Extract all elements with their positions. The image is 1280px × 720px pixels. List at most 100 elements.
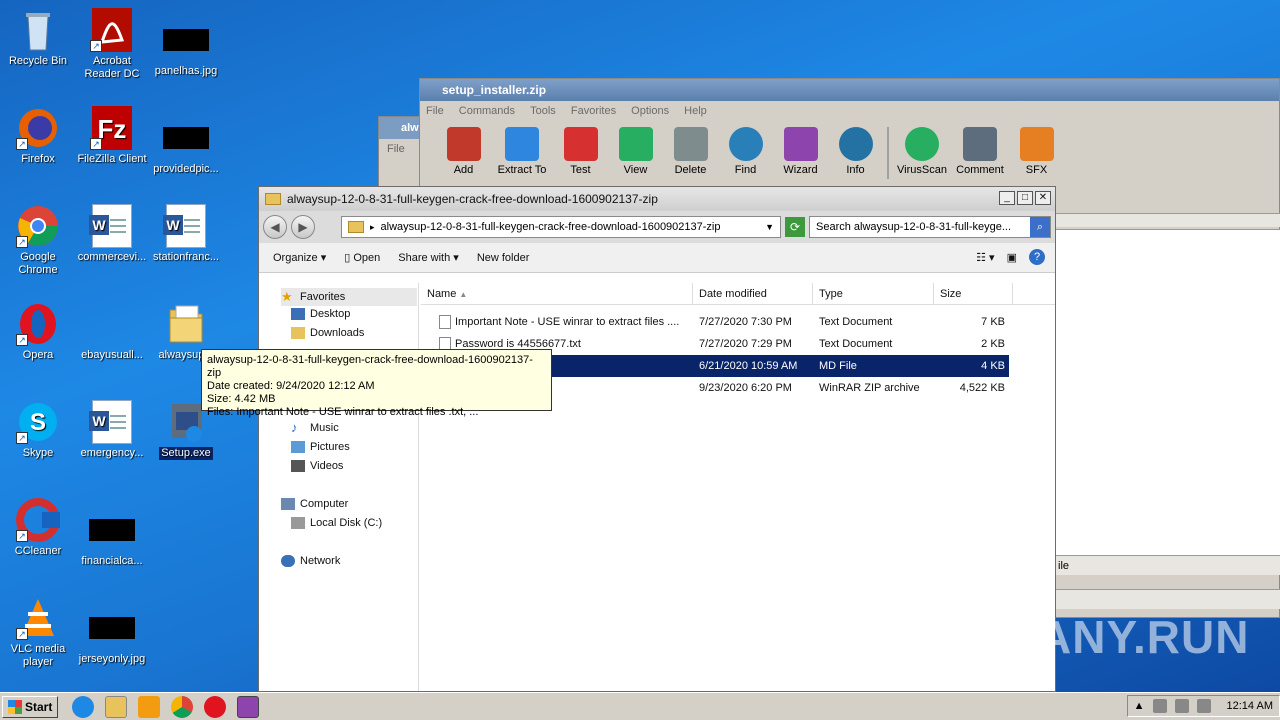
address-bar[interactable]: ▸ alwaysup-12-0-8-31-full-keygen-crack-f… [341, 216, 781, 238]
desktop-icon [291, 308, 305, 320]
forward-button[interactable]: ▶ [291, 215, 315, 239]
chrome-icon: ↗ [16, 204, 60, 248]
menu-favorites[interactable]: Favorites [571, 105, 616, 117]
back-button[interactable]: ◀ [263, 215, 287, 239]
nav-downloads[interactable]: Downloads [291, 327, 364, 339]
comment-button[interactable]: Comment [951, 121, 1009, 185]
wizard-button[interactable]: Wizard [773, 121, 828, 185]
redacted-thumbnail [89, 519, 135, 541]
tooltip-date-created: Date created: 9/24/2020 12:12 AM [207, 380, 375, 392]
sfx-button[interactable]: SFX [1009, 121, 1064, 185]
nav-pictures[interactable]: Pictures [291, 441, 350, 453]
preview-pane-icon[interactable]: ▣ [1007, 251, 1017, 264]
nav-computer[interactable]: Computer [281, 498, 348, 510]
desktop-icon-commercevi[interactable]: commercevi... [74, 204, 150, 264]
desktop-icon-google-chrome[interactable]: ↗ Google Chrome [0, 204, 76, 277]
extract-icon [505, 127, 539, 161]
desktop-icon-panelhas[interactable]: panelhas.jpg [148, 18, 224, 78]
svg-text:S: S [30, 409, 46, 436]
delete-button[interactable]: Delete [663, 121, 718, 185]
find-button[interactable]: Find [718, 121, 773, 185]
view-button[interactable]: View [608, 121, 663, 185]
virusscan-icon [905, 127, 939, 161]
view-options-icon[interactable]: ☷ ▾ [976, 251, 994, 264]
menu-options[interactable]: Options [631, 105, 669, 117]
close-button[interactable]: ✕ [1035, 191, 1051, 205]
menu-item-file[interactable]: File [379, 139, 421, 159]
test-button[interactable]: Test [553, 121, 608, 185]
maximize-button[interactable]: □ [1017, 191, 1033, 205]
column-date[interactable]: Date modified [693, 283, 813, 304]
desktop-icon-jerseyonly[interactable]: jerseyonly.jpg [74, 606, 150, 666]
desktop-icon-ccleaner[interactable]: ↗ CCleaner [0, 498, 76, 558]
info-button[interactable]: Info [828, 121, 883, 185]
show-hidden-icons-icon[interactable]: ▲ [1134, 700, 1145, 712]
file-row[interactable]: Important Note - USE winrar to extract f… [433, 311, 1055, 333]
help-icon[interactable]: ? [1029, 249, 1045, 265]
menu-tools[interactable]: Tools [530, 105, 556, 117]
add-button[interactable]: Add [436, 121, 491, 185]
nav-local-disk[interactable]: Local Disk (C:) [291, 517, 382, 529]
folder-tooltip: alwaysup-12-0-8-31-full-keygen-crack-fre… [201, 349, 552, 418]
desktop-icon-vlc[interactable]: ↗ VLC media player [0, 596, 76, 669]
folder-icon [265, 193, 281, 205]
nav-favorites[interactable]: ★ Favorites [281, 288, 417, 306]
nav-videos[interactable]: Videos [291, 460, 343, 472]
nav-network[interactable]: Network [281, 555, 340, 567]
desktop-icon-ebayusuall[interactable]: ebayusuall... [74, 302, 150, 362]
action-center-icon[interactable] [1196, 699, 1211, 713]
chrome-icon[interactable] [171, 695, 194, 718]
winrar-icon[interactable] [237, 695, 260, 718]
extract-to-button[interactable]: Extract To [491, 121, 553, 185]
desktop-icon-skype[interactable]: S ↗ Skype [0, 400, 76, 460]
open-button[interactable]: ▯ Open [344, 251, 380, 264]
search-icon[interactable]: ⌕ [1030, 217, 1050, 237]
menu-commands[interactable]: Commands [459, 105, 515, 117]
desktop-icon-acrobat[interactable]: ↗ Acrobat Reader DC [74, 8, 150, 81]
new-folder-button[interactable]: New folder [477, 252, 530, 264]
filezilla-icon: Fz ↗ [90, 106, 134, 150]
network-icon[interactable] [1174, 699, 1189, 713]
file-explorer-icon[interactable] [105, 695, 128, 718]
desktop-icon-emergency[interactable]: emergency... [74, 400, 150, 460]
organize-button[interactable]: Organize ▾ [273, 251, 326, 264]
background-winrar-window[interactable]: alw File [378, 116, 422, 190]
desktop-icon-providedpic[interactable]: providedpic... [148, 116, 224, 176]
desktop-icon-opera[interactable]: ↗ Opera [0, 302, 76, 362]
column-size[interactable]: Size [934, 283, 1013, 304]
desktop-icon-label: financialca... [81, 555, 143, 567]
opera-icon[interactable] [204, 695, 227, 718]
share-with-button[interactable]: Share with ▾ [398, 251, 459, 264]
column-type[interactable]: Type [813, 283, 934, 304]
volume-icon[interactable] [1152, 699, 1167, 713]
media-player-icon[interactable] [138, 695, 161, 718]
clock[interactable]: 12:14 AM [1227, 700, 1273, 712]
start-button[interactable]: Start [2, 695, 59, 718]
winrar-file-pane[interactable] [1056, 229, 1280, 555]
command-bar: Organize ▾ ▯ Open Share with ▾ New folde… [259, 243, 1055, 273]
chevron-down-icon[interactable]: ▼ [765, 222, 774, 232]
acrobat-icon: ↗ [90, 8, 134, 52]
desktop-icon-label: commercevi... [77, 251, 147, 263]
minimize-button[interactable]: _ [999, 191, 1015, 205]
menu-help[interactable]: Help [684, 105, 707, 117]
nav-music[interactable]: ♪ Music [291, 421, 339, 434]
breadcrumb[interactable]: alwaysup-12-0-8-31-full-keygen-crack-fre… [381, 221, 760, 233]
desktop-icon-financialca[interactable]: financialca... [74, 508, 150, 568]
menu-file[interactable]: File [426, 105, 444, 117]
explorer-window[interactable]: alwaysup-12-0-8-31-full-keygen-crack-fre… [258, 186, 1056, 692]
refresh-icon[interactable]: ⟳ [785, 217, 805, 237]
desktop-icon-recycle-bin[interactable]: Recycle Bin [0, 8, 76, 68]
desktop-icon-stationfranc[interactable]: stationfranc... [148, 204, 224, 264]
winrar-bottom-bar [1056, 589, 1280, 609]
virusscan-button[interactable]: VirusScan [893, 121, 951, 185]
desktop-icon-firefox[interactable]: ↗ Firefox [0, 106, 76, 166]
nav-desktop[interactable]: Desktop [291, 308, 350, 320]
internet-explorer-icon[interactable] [72, 695, 95, 718]
search-input[interactable]: Search alwaysup-12-0-8-31-full-keyge... … [809, 216, 1051, 238]
column-headers: Name ▲ Date modified Type Size [421, 283, 1055, 305]
desktop-icon-label: Acrobat Reader DC [84, 55, 140, 80]
desktop-icon-filezilla[interactable]: Fz ↗ FileZilla Client [74, 106, 150, 166]
sort-up-icon: ▲ [459, 290, 468, 299]
column-name[interactable]: Name ▲ [421, 283, 693, 304]
